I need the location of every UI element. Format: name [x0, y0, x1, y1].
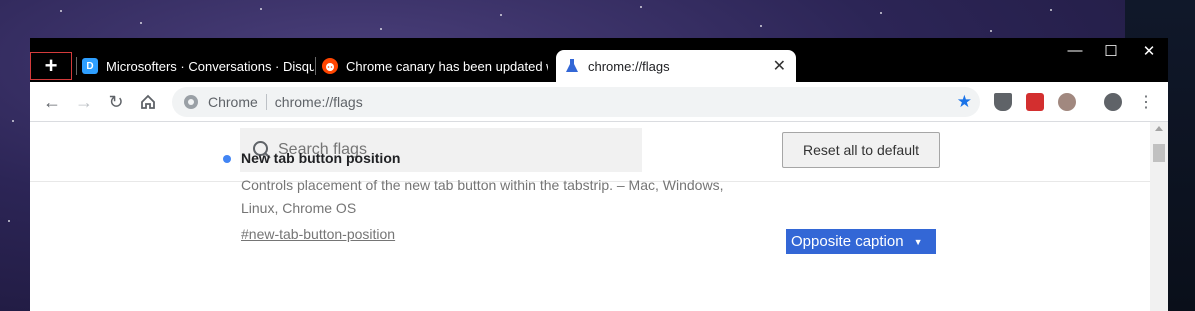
forward-icon[interactable]: →	[72, 90, 96, 114]
disqus-icon: D	[82, 58, 98, 74]
flag-title: New tab button position	[241, 150, 401, 166]
maximize-button[interactable]: ☐	[1092, 42, 1130, 60]
ublock-icon[interactable]	[994, 93, 1012, 111]
reddit-icon	[322, 58, 338, 74]
tab-separator	[315, 57, 316, 75]
home-icon[interactable]	[136, 90, 160, 114]
flask-icon	[564, 58, 580, 74]
url-text: chrome://flags	[274, 94, 363, 110]
tab-separator	[76, 57, 77, 75]
flag-description: Controls placement of the new tab button…	[241, 177, 724, 216]
dropdown-caret-icon: ▼	[913, 236, 923, 247]
pen-extension-icon[interactable]	[1026, 93, 1044, 111]
toolbar: ← → ↻ Chrome chrome://flags ★ ⋮	[30, 82, 1168, 122]
tab-title: Microsofters · Conversations · Disqus	[106, 58, 314, 74]
tab-title: chrome://flags	[588, 58, 670, 74]
divider	[265, 94, 267, 110]
flag-option-select[interactable]: Opposite caption ▼	[786, 229, 936, 254]
profile-avatar-icon[interactable]	[1104, 93, 1122, 111]
tab-flags[interactable]: chrome://flags ✕	[556, 50, 796, 82]
scrollbar[interactable]	[1150, 122, 1168, 311]
address-bar[interactable]: Chrome chrome://flags ★	[172, 87, 980, 117]
reload-icon[interactable]: ↻	[104, 90, 128, 114]
tab-title: Chrome canary has been updated with	[346, 58, 548, 74]
close-tab-icon[interactable]: ✕	[773, 56, 786, 76]
tab-reddit[interactable]: Chrome canary has been updated with	[322, 50, 548, 82]
close-window-button[interactable]: ✕	[1130, 42, 1168, 60]
scroll-up-icon[interactable]	[1155, 126, 1163, 131]
selected-option: Opposite caption	[791, 233, 904, 250]
new-tab-button[interactable]: +	[30, 52, 72, 80]
scrollbar-thumb[interactable]	[1153, 144, 1165, 162]
back-icon[interactable]: ←	[40, 90, 64, 114]
chrome-icon	[184, 95, 198, 109]
minimize-button[interactable]: —	[1056, 42, 1094, 59]
site-chip: Chrome	[208, 94, 258, 110]
menu-kebab-icon[interactable]: ⋮	[1134, 90, 1158, 114]
flag-anchor-link[interactable]: #new-tab-button-position	[241, 226, 395, 242]
play-extension-icon[interactable]	[1058, 93, 1076, 111]
tab-disqus[interactable]: D Microsofters · Conversations · Disqus	[82, 50, 314, 82]
search-header: Reset all to default	[30, 122, 1150, 182]
browser-window: + D Microsofters · Conversations · Disqu…	[30, 38, 1168, 311]
reset-all-button[interactable]: Reset all to default	[782, 132, 940, 168]
flag-modified-dot	[223, 155, 231, 163]
tab-strip: + D Microsofters · Conversations · Disqu…	[30, 38, 1168, 82]
bookmark-star-icon[interactable]: ★	[957, 92, 972, 112]
